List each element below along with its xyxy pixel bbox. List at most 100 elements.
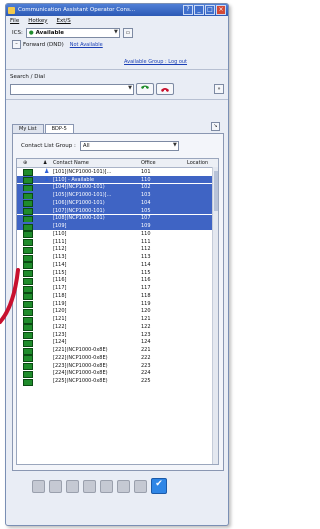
table-row[interactable]: [221](NCP1000-0x8E) 221 xyxy=(17,346,218,355)
table-row[interactable]: [113] 113 xyxy=(17,253,218,262)
table-row[interactable]: [122] 122 xyxy=(17,323,218,332)
scrollbar-thumb[interactable] xyxy=(213,171,218,211)
table-row[interactable]: [112] 112 xyxy=(17,246,218,254)
user-status-icon: ● xyxy=(28,30,34,36)
table-row[interactable]: [106](NCP1000-101) 104 xyxy=(17,199,218,208)
speech-icon[interactable] xyxy=(134,479,147,493)
table-row[interactable]: [115] 115 xyxy=(17,269,218,278)
title-bar[interactable]: Communication Assistant Operator Cons...… xyxy=(6,4,228,16)
search-label: Search / Dial xyxy=(10,74,45,80)
contact-name: [121] xyxy=(53,316,67,323)
pin-icon[interactable] xyxy=(49,479,62,493)
contact-group-select[interactable]: All ▼ xyxy=(79,141,179,151)
contact-office: 221 xyxy=(141,347,151,354)
list-tabs: My List BDP-5 xyxy=(12,124,75,133)
contact-office: 105 xyxy=(141,207,151,214)
table-row[interactable]: [118] 118 xyxy=(17,292,218,301)
contact-name: [101](NCP1000-101)[... xyxy=(53,168,112,175)
check-icon[interactable]: ✔ xyxy=(151,478,167,494)
table-row[interactable]: [121] 121 xyxy=(17,315,218,324)
available-group-logout-link[interactable]: Available Group : Log out xyxy=(124,59,187,65)
forward-row: – Forward (DND) Not Available xyxy=(12,40,103,49)
hangup-button[interactable] xyxy=(156,83,174,95)
table-row[interactable]: [104](NCP1000-101) 102 xyxy=(17,183,218,192)
contact-office: 110 xyxy=(141,176,151,183)
expand-button[interactable]: » xyxy=(214,84,224,94)
contact-office: 118 xyxy=(141,292,151,299)
table-row[interactable]: [105](NCP1000-101)[... 103 xyxy=(17,191,218,200)
maximize-button[interactable]: □ xyxy=(205,5,215,15)
contact-name: [221](NCP1000-0x8E) xyxy=(53,347,108,354)
notepad-icon[interactable] xyxy=(32,479,45,493)
status-column-icon: ⊕ xyxy=(23,160,28,166)
help-button[interactable]: ? xyxy=(183,5,193,15)
table-row[interactable]: [222](NCP1000-0x8E) 222 xyxy=(17,354,218,363)
chevron-down-icon: ▼ xyxy=(128,84,132,91)
minimize-button[interactable]: _ xyxy=(194,5,204,15)
header-office[interactable]: Office xyxy=(141,160,156,166)
chat-icon[interactable] xyxy=(83,479,96,493)
close-button[interactable]: × xyxy=(216,5,226,15)
table-row[interactable]: ♟ [101](NCP1000-101)[... 101 xyxy=(17,168,218,177)
contact-group-value: All xyxy=(82,143,90,149)
ics-row: ICS: ● Available ▼ ▭ xyxy=(12,28,133,38)
table-header: ⊕ ♟ Contact Name Office Location xyxy=(17,159,218,168)
table-row[interactable]: [124] 124 xyxy=(17,339,218,347)
search-input[interactable]: ▼ xyxy=(10,83,134,95)
person-icon: ♟ xyxy=(44,175,50,183)
table-row[interactable]: [116] 116 xyxy=(17,277,218,285)
table-row[interactable]: [117] 117 xyxy=(17,284,218,293)
forward-value-link[interactable]: Not Available xyxy=(70,42,103,48)
menu-ext[interactable]: Ext/S xyxy=(57,18,71,24)
chevron-down-icon: ▼ xyxy=(173,142,177,148)
table-row[interactable]: [225](NCP1000-0x8E) 225 xyxy=(17,377,218,386)
contact-office: 119 xyxy=(141,300,151,307)
table-row[interactable]: [224](NCP1000-0x8E) 224 xyxy=(17,370,218,378)
grid-icon[interactable] xyxy=(100,479,113,493)
groups-row: Available Group : Log out xyxy=(124,59,187,65)
tab-menu-button[interactable]: ↘ xyxy=(211,122,220,131)
phone-icon[interactable] xyxy=(66,479,79,493)
table-row[interactable]: [223](NCP1000-0x8E) 223 xyxy=(17,362,218,371)
contact-name: [109] xyxy=(53,223,67,230)
status-options-button[interactable]: ▭ xyxy=(122,28,133,38)
menu-hotkey[interactable]: Hotkey xyxy=(28,18,47,24)
scrollbar[interactable] xyxy=(212,167,218,464)
forward-label: Forward (DND) xyxy=(23,41,64,48)
contact-office: 109 xyxy=(141,223,151,230)
forward-toggle[interactable]: – xyxy=(12,40,21,49)
table-row[interactable]: [110] 110 xyxy=(17,230,218,239)
contact-office: 112 xyxy=(141,246,151,253)
contact-office: 104 xyxy=(141,199,151,206)
contact-office: 121 xyxy=(141,316,151,323)
contact-name: [110] - Available xyxy=(53,176,95,183)
bottom-toolbar: ✔ xyxy=(12,474,228,498)
contact-office: 114 xyxy=(141,261,151,268)
dial-button[interactable] xyxy=(136,83,154,95)
status-indicator-icon xyxy=(23,378,33,386)
status-select[interactable]: ● Available ▼ xyxy=(25,28,120,38)
tab-bdp-5[interactable]: BDP-5 xyxy=(44,124,74,133)
app-icon xyxy=(8,6,15,14)
contact-name: [108](NCP1000-101) xyxy=(53,215,105,222)
clock-icon[interactable] xyxy=(117,479,130,493)
contact-office: 123 xyxy=(141,331,151,338)
table-row[interactable]: [111] 111 xyxy=(17,238,218,247)
tab-my-list[interactable]: My List xyxy=(12,124,44,133)
header-location[interactable]: Location xyxy=(187,160,208,166)
table-row[interactable]: [114] 114 xyxy=(17,261,218,270)
contact-name: [118] xyxy=(53,292,67,299)
menu-file[interactable]: File xyxy=(10,18,19,24)
contact-group-row: Contact List Group : All ▼ xyxy=(21,141,179,151)
table-row[interactable]: [108](NCP1000-101) 107 xyxy=(17,214,218,223)
table-row[interactable]: [123] 123 xyxy=(17,331,218,340)
table-row[interactable]: [120] 120 xyxy=(17,308,218,316)
table-row[interactable]: [107](NCP1000-101) 105 xyxy=(17,206,218,216)
contact-name: [115] xyxy=(53,269,67,276)
table-row[interactable]: [109] 109 xyxy=(17,222,218,231)
table-row[interactable]: ♟ [110] - Available 110 xyxy=(17,175,218,185)
contact-name: [113] xyxy=(53,254,67,261)
table-row[interactable]: [119] 119 xyxy=(17,300,218,309)
chevron-down-icon: ▼ xyxy=(113,29,118,35)
header-contact-name[interactable]: Contact Name xyxy=(53,160,141,166)
